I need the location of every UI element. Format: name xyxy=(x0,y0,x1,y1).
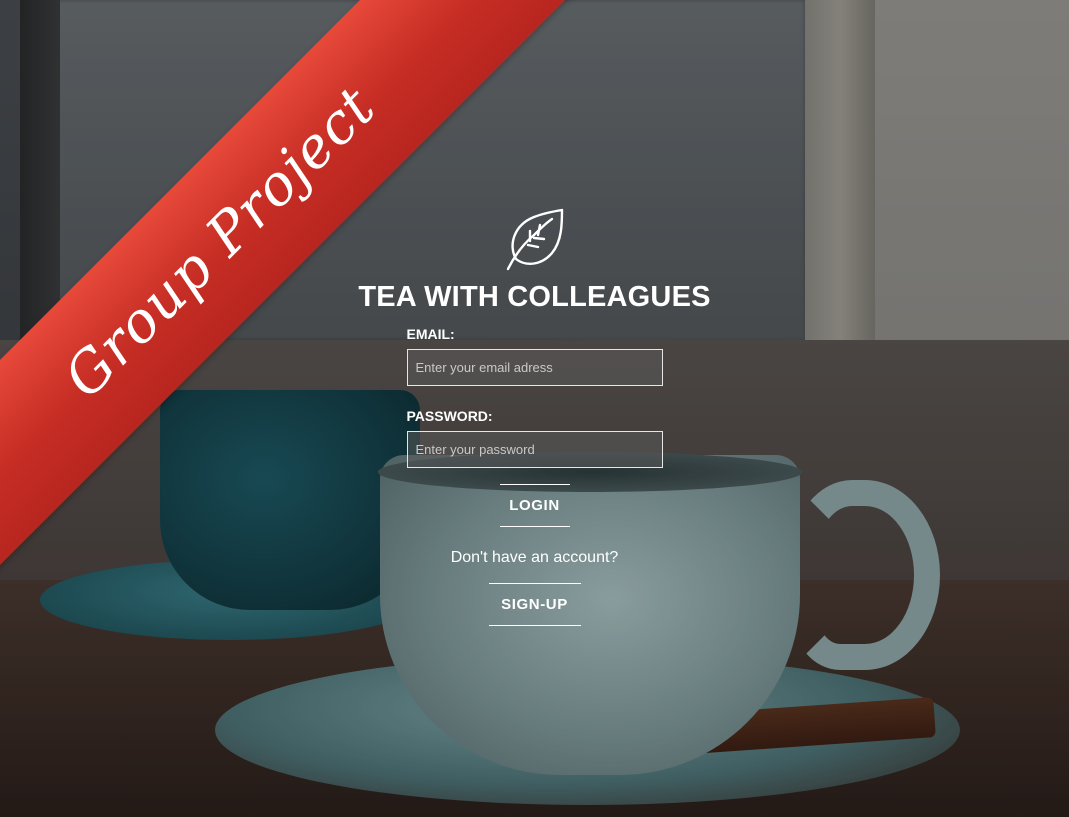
email-label: EMAIL: xyxy=(406,326,455,342)
password-label: PASSWORD: xyxy=(406,408,493,424)
password-input[interactable] xyxy=(406,431,663,468)
app-title: TEA WITH COLLEAGUES xyxy=(358,281,711,313)
no-account-text: Don't have an account? xyxy=(450,549,619,566)
login-page: Group Project TEA WITH COLLEAGUES EMAIL:… xyxy=(0,0,1069,817)
login-panel: TEA WITH COLLEAGUES EMAIL: PASSWORD: LOG… xyxy=(0,205,1069,626)
leaf-icon xyxy=(506,208,563,271)
email-input[interactable] xyxy=(406,349,663,386)
login-form: EMAIL: PASSWORD: xyxy=(406,326,663,468)
login-button[interactable]: LOGIN xyxy=(499,484,570,527)
signup-button[interactable]: SIGN-UP xyxy=(488,583,581,626)
